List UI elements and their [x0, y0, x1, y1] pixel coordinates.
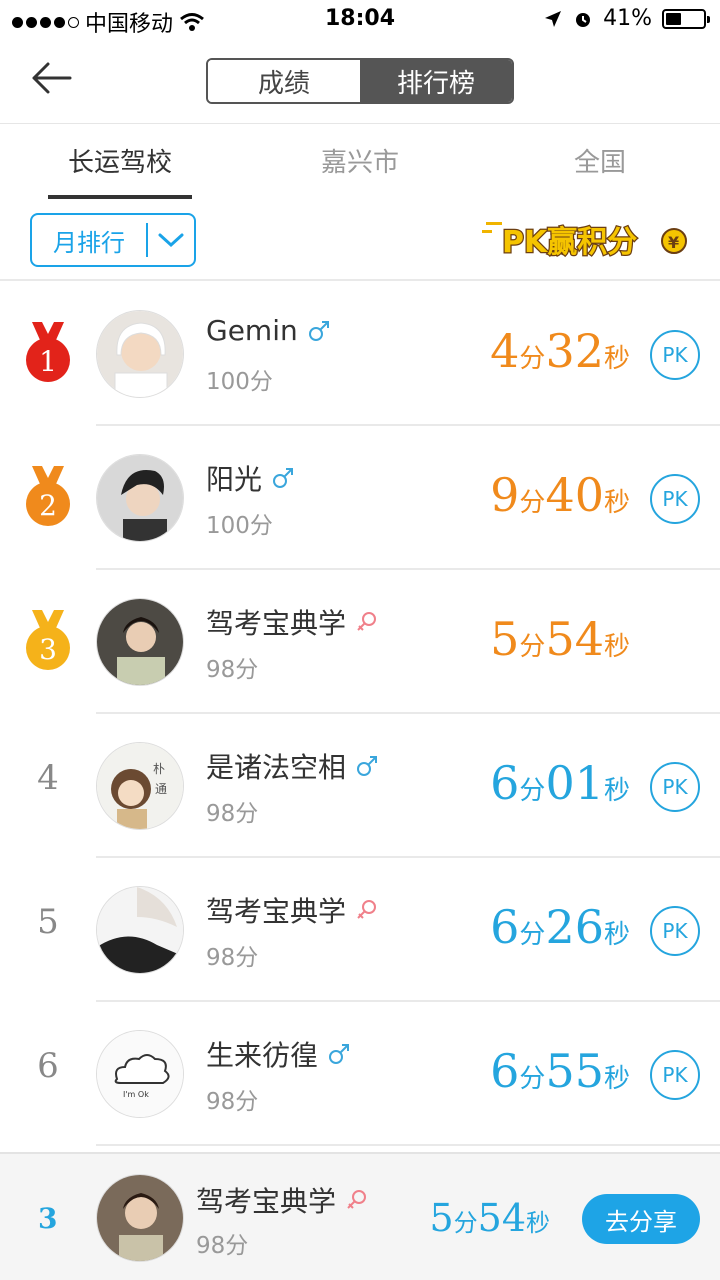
user-name: Gemin: [206, 314, 298, 347]
exam-time: 6分55秒: [490, 1044, 630, 1098]
pk-button[interactable]: PK: [650, 474, 700, 524]
segmented-control: 成绩 排行榜: [206, 58, 514, 104]
pk-banner-text: PK赢积分: [502, 225, 637, 260]
period-dropdown[interactable]: 月排行: [30, 213, 196, 267]
status-bar: 中国移动 18:04 41%: [0, 0, 720, 40]
user-name: 驾考宝典学: [206, 607, 347, 640]
rank-number: 1: [39, 345, 57, 378]
svg-text:朴: 朴: [153, 761, 165, 776]
rank-medal-icon: 1: [26, 322, 70, 382]
segment-scores[interactable]: 成绩: [208, 60, 360, 102]
back-arrow-icon[interactable]: [28, 58, 76, 98]
pk-button[interactable]: PK: [650, 1050, 700, 1100]
battery-icon: [662, 8, 710, 29]
user-name: 驾考宝典学: [206, 895, 347, 928]
user-score: 100分: [206, 369, 273, 395]
user-name: 生来彷徨: [206, 1039, 319, 1072]
exam-time: 5分54秒: [490, 612, 630, 666]
rank-medal-icon: 3: [26, 610, 70, 670]
avatar: 朴通: [96, 742, 184, 830]
pk-button[interactable]: PK: [650, 330, 700, 380]
pk-button[interactable]: PK: [650, 762, 700, 812]
male-icon: [329, 1044, 350, 1064]
rank-number: 4: [37, 758, 59, 798]
svg-text:¥: ¥: [668, 233, 679, 252]
exam-time: 6分26秒: [490, 900, 630, 954]
leaderboard-row[interactable]: 2 阳光 100分 9分40秒 PK: [0, 426, 720, 570]
alarm-icon: [576, 12, 591, 27]
user-score: 98分: [206, 657, 259, 683]
pk-button[interactable]: PK: [650, 906, 700, 956]
rank-number: 6: [37, 1046, 59, 1086]
my-score: 98分: [196, 1233, 249, 1259]
tab-city[interactable]: 嘉兴市: [280, 142, 440, 179]
exam-time: 6分01秒: [490, 756, 630, 810]
svg-text:I'm Ok: I'm Ok: [123, 1090, 149, 1099]
leaderboard-row[interactable]: 1 Gemin 100分 4分32秒 PK: [0, 282, 720, 426]
user-score: 98分: [206, 945, 259, 971]
svg-text:通: 通: [155, 782, 167, 796]
my-rank-footer: 3 驾考宝典学 98分 5分54秒 去分享: [0, 1152, 720, 1280]
user-name: 阳光: [206, 463, 263, 496]
female-icon: [357, 900, 377, 919]
battery-percent: 41%: [603, 6, 652, 31]
tab-underline: [48, 195, 192, 199]
tab-national[interactable]: 全国: [520, 142, 680, 179]
pk-reward-banner[interactable]: PK赢积分 ¥: [480, 210, 700, 266]
period-dropdown-label: 月排行: [53, 228, 125, 257]
leaderboard-row[interactable]: 5 驾考宝典学 98分 6分26秒 PK: [0, 858, 720, 1002]
leaderboard-row[interactable]: 3 驾考宝典学 98分 5分54秒: [0, 570, 720, 714]
scope-tabs: 长运驾校 嘉兴市 全国: [0, 124, 720, 200]
avatar: [96, 454, 184, 542]
avatar: [96, 886, 184, 974]
male-icon: [273, 468, 294, 488]
avatar: I'm Ok: [96, 1030, 184, 1118]
segment-leaderboard[interactable]: 排行榜: [360, 60, 512, 102]
avatar: [96, 1174, 184, 1262]
rank-number: 5: [37, 902, 59, 942]
leaderboard-row[interactable]: 4 朴通是诸法空相 98分 6分01秒 PK: [0, 714, 720, 858]
user-score: 98分: [206, 1089, 259, 1115]
rank-number: 3: [39, 633, 57, 666]
my-time: 5分54秒: [429, 1196, 550, 1240]
avatar: [96, 598, 184, 686]
my-rank-number: 3: [38, 1202, 58, 1235]
my-name: 驾考宝典学: [196, 1185, 337, 1218]
rank-number: 2: [39, 489, 57, 522]
rank-medal-icon: 2: [26, 466, 70, 526]
exam-time: 4分32秒: [490, 324, 630, 378]
male-icon: [357, 756, 378, 776]
avatar: [96, 310, 184, 398]
user-score: 98分: [206, 801, 259, 827]
location-icon: [545, 10, 562, 27]
nav-header: 成绩 排行榜: [0, 40, 720, 124]
tab-school[interactable]: 长运驾校: [40, 142, 200, 179]
user-score: 100分: [206, 513, 273, 539]
female-icon: [357, 612, 377, 631]
share-button[interactable]: 去分享: [582, 1194, 700, 1244]
male-icon: [308, 320, 329, 341]
user-name: 是诸法空相: [206, 751, 347, 784]
exam-time: 9分40秒: [490, 468, 630, 522]
leaderboard-row[interactable]: 6 I'm Ok 生来彷徨 98分 6分55秒 PK: [0, 1002, 720, 1146]
chevron-down-icon: [158, 233, 184, 248]
female-icon: [347, 1190, 367, 1209]
